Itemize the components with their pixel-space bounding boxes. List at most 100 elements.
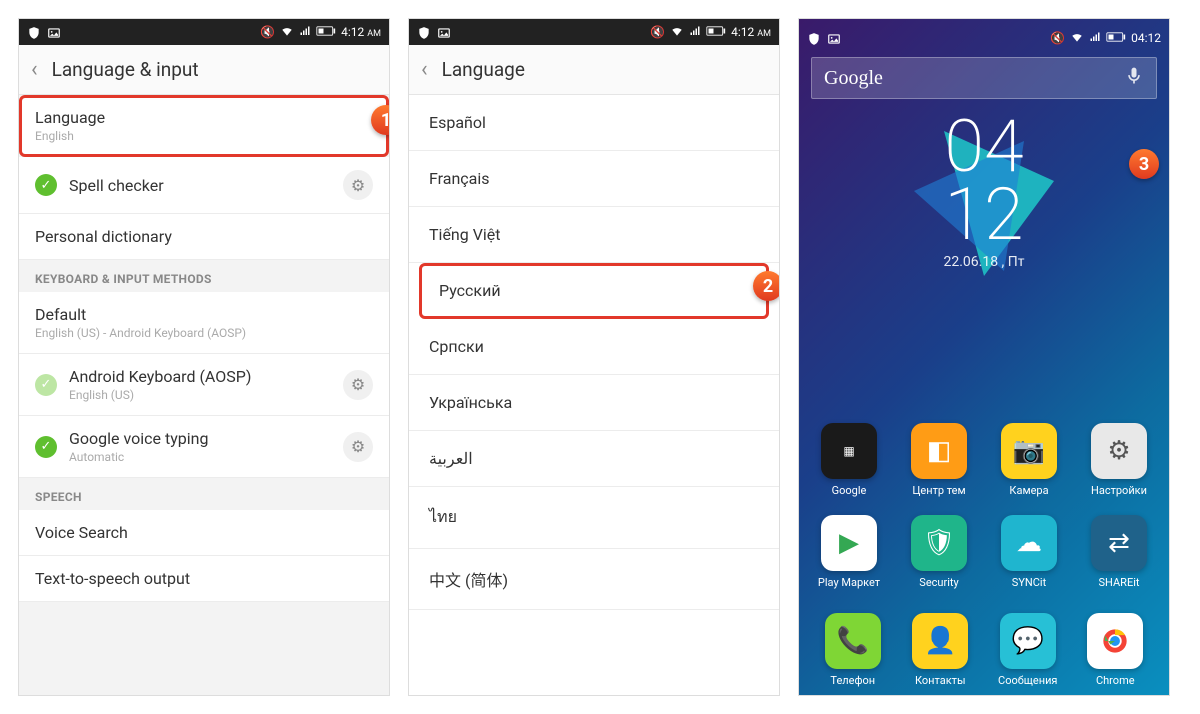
check-icon: ✓ [35,374,57,396]
header-title: Language [442,58,525,81]
app-label: SYNCit [993,576,1065,589]
app-camera[interactable]: 📷Камера [993,423,1065,497]
back-icon[interactable]: ‹ [421,57,428,82]
callout-2: 2 [753,271,779,301]
lang-option[interactable]: ไทย [409,487,779,549]
gear-icon[interactable]: ⚙ [343,432,373,462]
language-list[interactable]: Español Français Tiếng Việt Русский 2 Ср… [409,95,779,695]
settings-list: Language English 1 ✓ Spell checker ⚙ Per… [19,95,389,695]
dock-contacts[interactable]: 👤Контакты [904,613,976,687]
app-syncit[interactable]: ☁SYNCit [993,515,1065,589]
check-icon: ✓ [35,174,57,196]
gallery-icon [437,26,451,38]
app-security[interactable]: 🛡Security [903,515,975,589]
gvoice-title: Google voice typing [69,429,335,448]
tts-label: Text-to-speech output [35,569,373,588]
clock-date: 22.06.18 , Пт [799,254,1169,270]
app-google[interactable]: ▦Google [813,423,885,497]
voice-search-label: Voice Search [35,523,373,542]
default-title: Default [35,305,373,324]
status-bar: 🔇 4:12 AM [409,19,779,45]
dock-chrome[interactable]: Chrome [1079,613,1151,687]
lang-russian-label: Русский [439,281,501,300]
app-label: Security [903,576,975,589]
app-shareit[interactable]: ⇄SHAREit [1083,515,1155,589]
google-label: Google [824,67,883,90]
tts-row[interactable]: Text-to-speech output [19,556,389,602]
gear-icon[interactable]: ⚙ [343,370,373,400]
app-label: Chrome [1079,674,1151,687]
home-screen[interactable]: 🔇 04:12 Google 3 04 12 22.06.18 , Пт [799,19,1169,695]
section-speech: SPEECH [19,478,389,510]
section-keyboard: KEYBOARD & INPUT METHODS [19,260,389,292]
battery-icon [706,25,726,39]
settings-header: ‹ Language & input [19,45,389,95]
gallery-icon [47,26,61,38]
google-search-widget[interactable]: Google [811,57,1157,99]
language-row-title: Language [35,108,373,127]
google-voice-row[interactable]: ✓ Google voice typing Automatic ⚙ [19,416,389,478]
dock-phone[interactable]: 📞Телефон [817,613,889,687]
voice-search-row[interactable]: Voice Search [19,510,389,556]
app-label: Настройки [1083,484,1155,497]
aosp-keyboard-row[interactable]: ✓ Android Keyboard (AOSP) English (US) ⚙ [19,354,389,416]
signal-icon [1089,31,1101,46]
app-themes[interactable]: ◧Центр тем [903,423,975,497]
lang-option[interactable]: Tiếng Việt [409,207,779,263]
lang-option-russian[interactable]: Русский 2 [419,263,769,319]
chrome-icon [1101,627,1129,655]
shield-icon [807,32,821,44]
gvoice-sub: Automatic [69,450,335,464]
app-label: Камера [993,484,1065,497]
check-icon: ✓ [35,436,57,458]
app-play-store[interactable]: ▶Play Маркет [813,515,885,589]
lang-option[interactable]: Српски [409,319,779,375]
personal-dict-label: Personal dictionary [35,227,373,246]
status-bar: 🔇 04:12 [799,25,1169,51]
lang-option[interactable]: Français [409,151,779,207]
spell-checker-label: Spell checker [69,176,335,195]
language-row[interactable]: Language English 1 [19,95,389,157]
mic-icon[interactable] [1124,66,1144,91]
back-icon[interactable]: ‹ [31,57,38,82]
phone-screen-1: 🔇 4:12 AM ‹ Language & input Language En… [18,18,390,696]
clock-widget[interactable]: 04 12 22.06.18 , Пт [799,113,1169,303]
gallery-icon [827,32,841,44]
gear-icon[interactable]: ⚙ [343,170,373,200]
lang-option[interactable]: 中文 (简体) [409,549,779,610]
clock-minutes: 12 [799,181,1169,249]
dock-messages[interactable]: 💬Сообщения [992,613,1064,687]
wifi-icon [1070,30,1084,47]
shield-icon [417,26,431,38]
mute-icon: 🔇 [260,25,275,39]
lang-option[interactable]: Español [409,95,779,151]
phone-screen-3: 🔇 04:12 Google 3 04 12 22.06.18 , Пт [798,18,1170,696]
app-label: Google [813,484,885,497]
personal-dictionary-row[interactable]: Personal dictionary [19,214,389,260]
wifi-icon [280,24,294,41]
app-grid: ▦Google ◧Центр тем 📷Камера ⚙Настройки ▶P… [799,423,1169,607]
battery-icon [1106,31,1126,45]
status-bar: 🔇 4:12 AM [19,19,389,45]
signal-icon [689,25,701,40]
status-time: 4:12 AM [341,25,381,39]
battery-icon [316,25,336,39]
signal-icon [299,25,311,40]
status-time: 04:12 [1131,31,1161,45]
wifi-icon [670,24,684,41]
app-label: Контакты [904,674,976,687]
dock: 📞Телефон 👤Контакты 💬Сообщения Chrome [799,613,1169,687]
lang-option[interactable]: العربية [409,431,779,487]
lang-option[interactable]: Українська [409,375,779,431]
aosp-title: Android Keyboard (AOSP) [69,367,335,386]
app-label: SHAREit [1083,576,1155,589]
default-keyboard-row[interactable]: Default English (US) - Android Keyboard … [19,292,389,354]
spell-checker-row[interactable]: ✓ Spell checker ⚙ [19,157,389,214]
mute-icon: 🔇 [1050,31,1065,45]
status-time: 4:12 AM [731,25,771,39]
app-label: Сообщения [992,674,1064,687]
mute-icon: 🔇 [650,25,665,39]
app-label: Центр тем [903,484,975,497]
aosp-sub: English (US) [69,388,335,402]
app-settings[interactable]: ⚙Настройки [1083,423,1155,497]
